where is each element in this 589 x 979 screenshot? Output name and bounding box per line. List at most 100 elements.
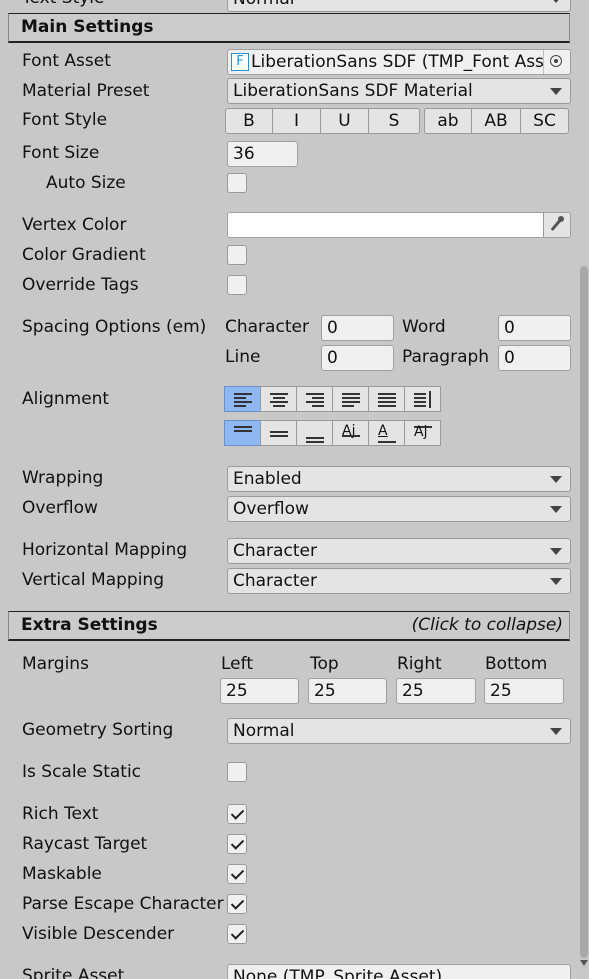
- vertical-mapping-dropdown[interactable]: Character: [227, 568, 571, 594]
- vertical-mapping-label: Vertical Mapping: [22, 570, 164, 590]
- alignment-label: Alignment: [22, 389, 110, 409]
- collapse-hint: (Click to collapse): [411, 615, 563, 635]
- font-style-group-2: ab AB SC: [424, 108, 569, 134]
- overflow-dropdown[interactable]: Overflow: [227, 496, 571, 522]
- word-spacing-input[interactable]: 0: [498, 315, 571, 341]
- visible-descender-checkbox[interactable]: [227, 924, 247, 944]
- material-preset-dropdown[interactable]: LiberationSans SDF Material: [227, 78, 571, 104]
- chevron-down-icon: [550, 506, 562, 513]
- font-asset-label: Font Asset: [22, 51, 111, 71]
- align-midline-icon[interactable]: A: [368, 420, 405, 446]
- font-asset-value: LiberationSans SDF (TMP_Font Asset): [251, 52, 568, 72]
- smallcaps-button[interactable]: SC: [520, 108, 569, 134]
- vertex-color-swatch[interactable]: [227, 212, 571, 238]
- material-preset-label: Material Preset: [22, 81, 150, 101]
- geometry-sorting-value: Normal: [233, 721, 295, 741]
- chevron-down-icon: [550, 548, 562, 555]
- geometry-sorting-dropdown[interactable]: Normal: [227, 718, 571, 744]
- parse-escape-label-clip: Parse Escape Characters: [22, 894, 224, 914]
- font-size-label: Font Size: [22, 143, 100, 163]
- character-spacing-label: Character: [225, 317, 309, 337]
- margins-label: Margins: [22, 654, 89, 674]
- chevron-down-icon: [550, 578, 562, 585]
- font-asset-field[interactable]: F LiberationSans SDF (TMP_Font Asset): [227, 49, 571, 75]
- is-scale-static-checkbox[interactable]: [227, 762, 247, 782]
- horizontal-alignment-group: [224, 386, 441, 412]
- margin-bottom-label: Bottom: [485, 654, 548, 674]
- underline-button[interactable]: U: [320, 108, 369, 134]
- main-settings-header[interactable]: Main Settings: [8, 13, 570, 43]
- rich-text-checkbox[interactable]: [227, 804, 247, 824]
- margin-top-input[interactable]: 25: [308, 678, 387, 704]
- character-spacing-input[interactable]: 0: [321, 315, 394, 341]
- raycast-target-checkbox[interactable]: [227, 834, 247, 854]
- object-picker-icon[interactable]: [543, 50, 570, 74]
- parse-escape-label: Parse Escape Characters: [22, 894, 224, 914]
- sprite-asset-value: None (TMP_Sprite Asset): [233, 967, 443, 979]
- chevron-down-icon: [550, 88, 562, 95]
- color-gradient-checkbox[interactable]: [227, 245, 247, 265]
- horizontal-mapping-value: Character: [233, 541, 317, 561]
- chevron-down-icon: [550, 0, 562, 3]
- parse-escape-checkbox[interactable]: [227, 894, 247, 914]
- override-tags-checkbox[interactable]: [227, 275, 247, 295]
- align-geometry-center-icon[interactable]: [404, 386, 441, 412]
- overflow-label: Overflow: [22, 498, 98, 518]
- paragraph-spacing-input[interactable]: 0: [498, 345, 571, 371]
- lowercase-button[interactable]: ab: [424, 108, 472, 134]
- margin-left-label: Left: [221, 654, 253, 674]
- align-left-icon[interactable]: [224, 386, 261, 412]
- vertex-color-label: Vertex Color: [22, 215, 127, 235]
- horizontal-mapping-dropdown[interactable]: Character: [227, 538, 571, 564]
- margin-left-input[interactable]: 25: [220, 678, 299, 704]
- font-asset-icon: F: [231, 53, 249, 71]
- chevron-down-icon: [550, 476, 562, 483]
- override-tags-label: Override Tags: [22, 275, 139, 295]
- margin-right-input[interactable]: 25: [396, 678, 476, 704]
- maskable-checkbox[interactable]: [227, 864, 247, 884]
- scrollbar-thumb[interactable]: [580, 266, 588, 958]
- align-capline-icon[interactable]: Aj: [404, 420, 441, 446]
- align-flush-icon[interactable]: [368, 386, 405, 412]
- eyedropper-icon[interactable]: [543, 213, 570, 237]
- is-scale-static-label: Is Scale Static: [22, 762, 142, 782]
- scroll-down-arrow-icon[interactable]: [580, 960, 588, 966]
- sprite-asset-label: Sprite Asset: [22, 966, 125, 979]
- text-style-row: Text Style Normal: [0, 0, 578, 12]
- uppercase-button[interactable]: AB: [471, 108, 521, 134]
- paragraph-spacing-label: Paragraph: [402, 347, 490, 367]
- wrapping-dropdown[interactable]: Enabled: [227, 466, 571, 492]
- align-top-icon[interactable]: [224, 420, 261, 446]
- vertical-mapping-value: Character: [233, 571, 317, 591]
- line-spacing-label: Line: [225, 347, 261, 367]
- margin-top-label: Top: [310, 654, 339, 674]
- spacing-options-label: Spacing Options (em): [22, 317, 207, 337]
- bold-button[interactable]: B: [225, 108, 273, 134]
- text-style-label: Text Style: [22, 0, 105, 8]
- margin-bottom-input[interactable]: 25: [484, 678, 564, 704]
- color-gradient-label: Color Gradient: [22, 245, 146, 265]
- sprite-asset-row: Sprite Asset None (TMP_Sprite Asset): [0, 962, 578, 979]
- align-baseline-icon[interactable]: Aj: [332, 420, 369, 446]
- sprite-asset-field[interactable]: None (TMP_Sprite Asset): [227, 964, 571, 979]
- line-spacing-input[interactable]: 0: [321, 345, 394, 371]
- wrapping-value: Enabled: [233, 469, 302, 489]
- align-justified-icon[interactable]: [332, 386, 369, 412]
- wrapping-label: Wrapping: [22, 468, 104, 488]
- align-center-icon[interactable]: [260, 386, 297, 412]
- italic-button[interactable]: I: [272, 108, 321, 134]
- font-size-input[interactable]: 36: [227, 141, 298, 167]
- strikethrough-button[interactable]: S: [368, 108, 420, 134]
- align-middle-icon[interactable]: [260, 420, 297, 446]
- overflow-value: Overflow: [233, 499, 309, 519]
- raycast-target-label: Raycast Target: [22, 834, 148, 854]
- extra-settings-title: Extra Settings: [21, 615, 158, 635]
- geometry-sorting-label: Geometry Sorting: [22, 720, 174, 740]
- align-bottom-icon[interactable]: [296, 420, 333, 446]
- margin-right-label: Right: [397, 654, 442, 674]
- auto-size-checkbox[interactable]: [227, 173, 247, 193]
- extra-settings-header[interactable]: Extra Settings (Click to collapse): [8, 611, 570, 641]
- text-style-dropdown[interactable]: Normal: [227, 0, 571, 12]
- align-right-icon[interactable]: [296, 386, 333, 412]
- text-style-value: Normal: [233, 0, 295, 9]
